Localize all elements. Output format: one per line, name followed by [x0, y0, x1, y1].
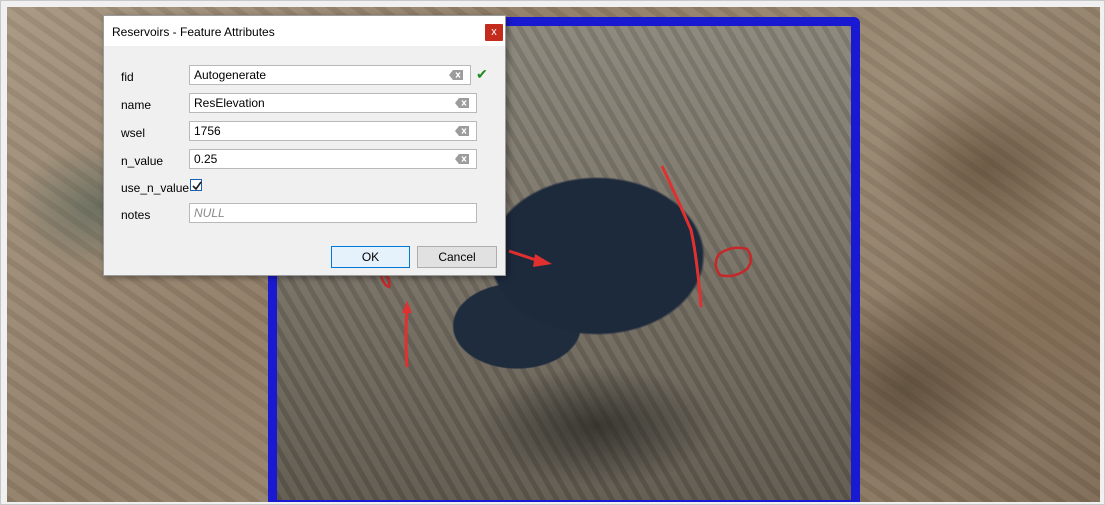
field-label-notes: notes: [121, 208, 151, 222]
name-input[interactable]: ResElevation: [189, 93, 477, 113]
field-label-wsel: wsel: [121, 126, 146, 140]
annotation-line-west: [404, 306, 409, 368]
field-label-name: name: [121, 98, 152, 112]
clear-icon[interactable]: [455, 98, 469, 108]
clear-icon[interactable]: [455, 126, 469, 136]
ok-button[interactable]: OK: [331, 246, 410, 268]
annotation-arrowhead-up: [402, 301, 412, 313]
notes-input[interactable]: NULL: [189, 203, 477, 223]
clear-icon[interactable]: [449, 70, 463, 80]
clear-icon[interactable]: [455, 154, 469, 164]
dialog-titlebar[interactable]: Reservoirs - Feature Attributes x: [104, 16, 505, 46]
field-label-fid: fid: [121, 70, 134, 84]
fid-input[interactable]: Autogenerate: [189, 65, 471, 85]
use-n-value-checkbox[interactable]: [190, 179, 202, 191]
annotation-line-east: [660, 165, 703, 308]
dialog-title: Reservoirs - Feature Attributes: [112, 25, 275, 39]
field-label-n-value: n_value: [121, 154, 164, 168]
wsel-input[interactable]: 1756: [189, 121, 477, 141]
n-value-input[interactable]: 0.25: [189, 149, 477, 169]
feature-attributes-dialog: Reservoirs - Feature Attributes x fid Au…: [103, 15, 506, 276]
valid-check-icon: ✔: [476, 66, 488, 82]
cancel-button[interactable]: Cancel: [417, 246, 497, 268]
annotation-polygon-east: [714, 246, 753, 278]
annotation-arrowhead-right: [533, 254, 552, 267]
close-button[interactable]: x: [485, 24, 503, 41]
checkmark-icon: [192, 181, 202, 191]
field-label-use-n-value: use_n_value: [121, 181, 190, 195]
